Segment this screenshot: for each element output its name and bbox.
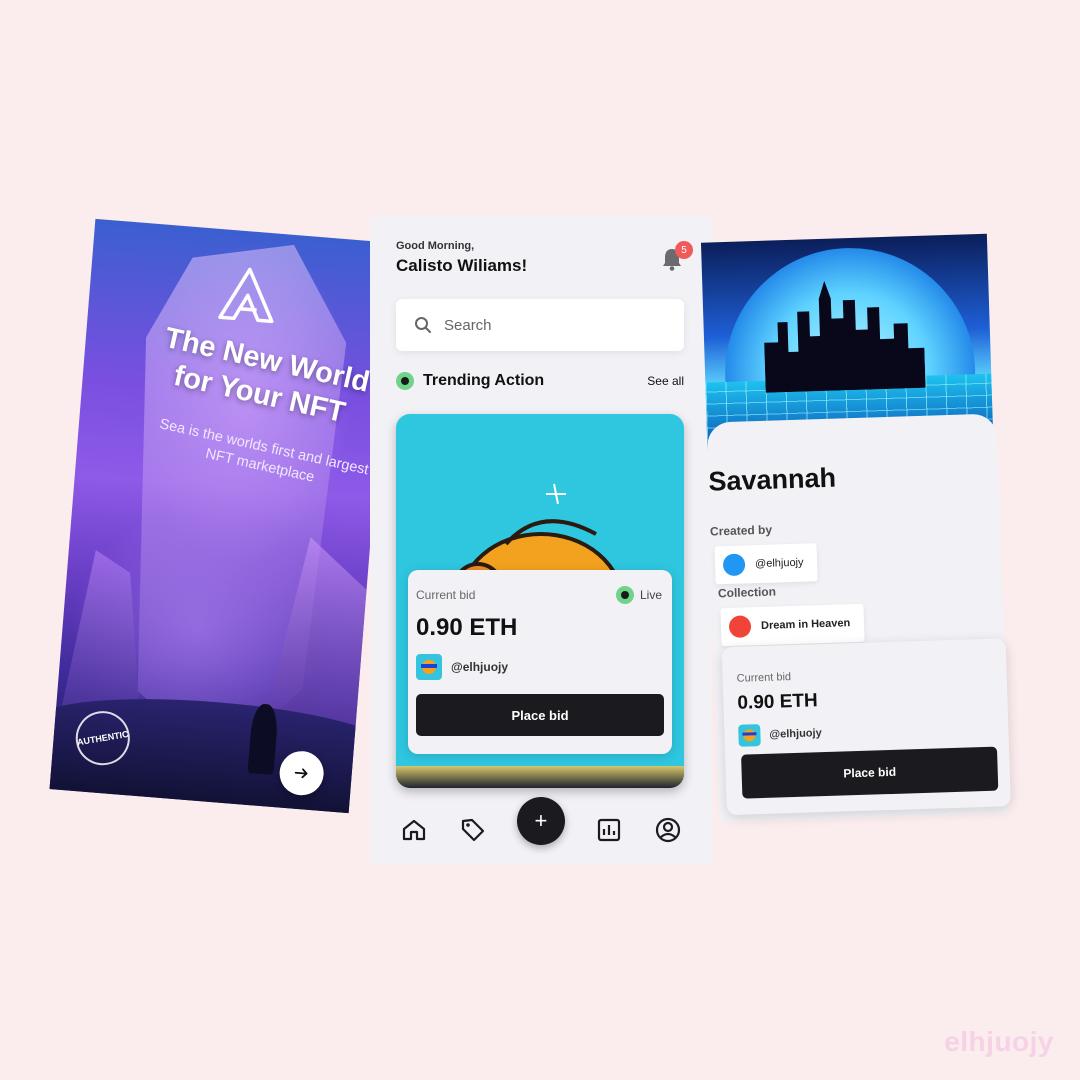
nft-title: Savannah [707,462,837,497]
collection-name: Dream in Heaven [760,617,851,632]
current-bid-label: Current bid [416,588,476,602]
search-icon [415,317,431,333]
live-status: Live [615,586,662,604]
creator-avatar [416,654,442,680]
artwork-bottom [396,766,684,788]
live-dot-icon [396,372,414,390]
live-status-icon [615,586,634,604]
collection-chip[interactable]: Dream in Heaven [720,603,865,647]
detail-bid-panel: Current bid 0.90 ETH @elhjuojy Place bid [721,638,1011,816]
trending-nft-card[interactable]: Current bid Live 0.90 ETH @elhjuojy Plac… [396,414,684,788]
nav-stats[interactable] [594,815,624,845]
creator-handle[interactable]: @elhjuojy [451,660,508,674]
bid-amount: 0.90 ETH [737,690,819,714]
nav-profile[interactable] [653,815,683,845]
owner-row: @elhjuojy [738,722,822,747]
owner-handle[interactable]: @elhjuojy [769,727,822,741]
badge-text: AUTHENTIC [76,728,130,748]
bid-panel: Current bid Live 0.90 ETH @elhjuojy Plac… [408,570,672,754]
created-by-label: Created by [709,522,773,539]
place-bid-button[interactable]: Place bid [416,694,664,736]
creator-handle: @elhjuojy [754,556,804,571]
tag-icon [461,818,484,842]
home-screen: Good Morning, Calisto Wiliams! 5 Trendin… [370,216,712,864]
notification-badge: 5 [675,241,693,259]
greeting-text: Good Morning, [396,240,475,252]
onboarding-screen: The New World for Your NFT Sea is the wo… [49,218,395,814]
plus-icon: + [534,808,548,833]
bottom-navigation: + [370,796,712,864]
creator-avatar [722,553,746,577]
creator-chip[interactable]: @elhjuojy [714,543,819,585]
live-status-text: Live [639,588,662,602]
search-bar [396,299,684,351]
create-button[interactable]: + [516,797,565,845]
user-name: Calisto Wiliams! [396,256,528,275]
detail-sheet: Savannah Created by @elhjuojy Collection… [706,413,1011,823]
see-all-link[interactable]: See all [647,374,684,388]
chart-icon [598,818,621,842]
collection-label: Collection [717,584,777,601]
current-bid-label: Current bid [736,671,792,685]
bid-amount: 0.90 ETH [416,614,518,641]
arrow-right-icon [294,768,308,779]
search-input[interactable] [444,316,664,334]
watermark: elhjuojy [944,1026,1054,1057]
trending-title: Trending Action [396,372,544,390]
city-skyline-artwork [764,280,926,393]
creator-row: @elhjuojy [416,654,508,680]
trending-label: Trending Action [423,372,545,389]
brand-logo-icon [218,267,274,324]
detail-screen: Savannah Created by @elhjuojy Collection… [700,233,1011,823]
profile-icon [656,817,681,843]
owner-avatar [738,724,761,747]
nav-home[interactable] [399,815,429,845]
collection-avatar [728,615,752,638]
trending-header: Trending Action See all [396,372,684,390]
place-bid-button[interactable]: Place bid [741,746,999,799]
nav-tags[interactable] [458,815,488,845]
home-icon [402,819,425,841]
